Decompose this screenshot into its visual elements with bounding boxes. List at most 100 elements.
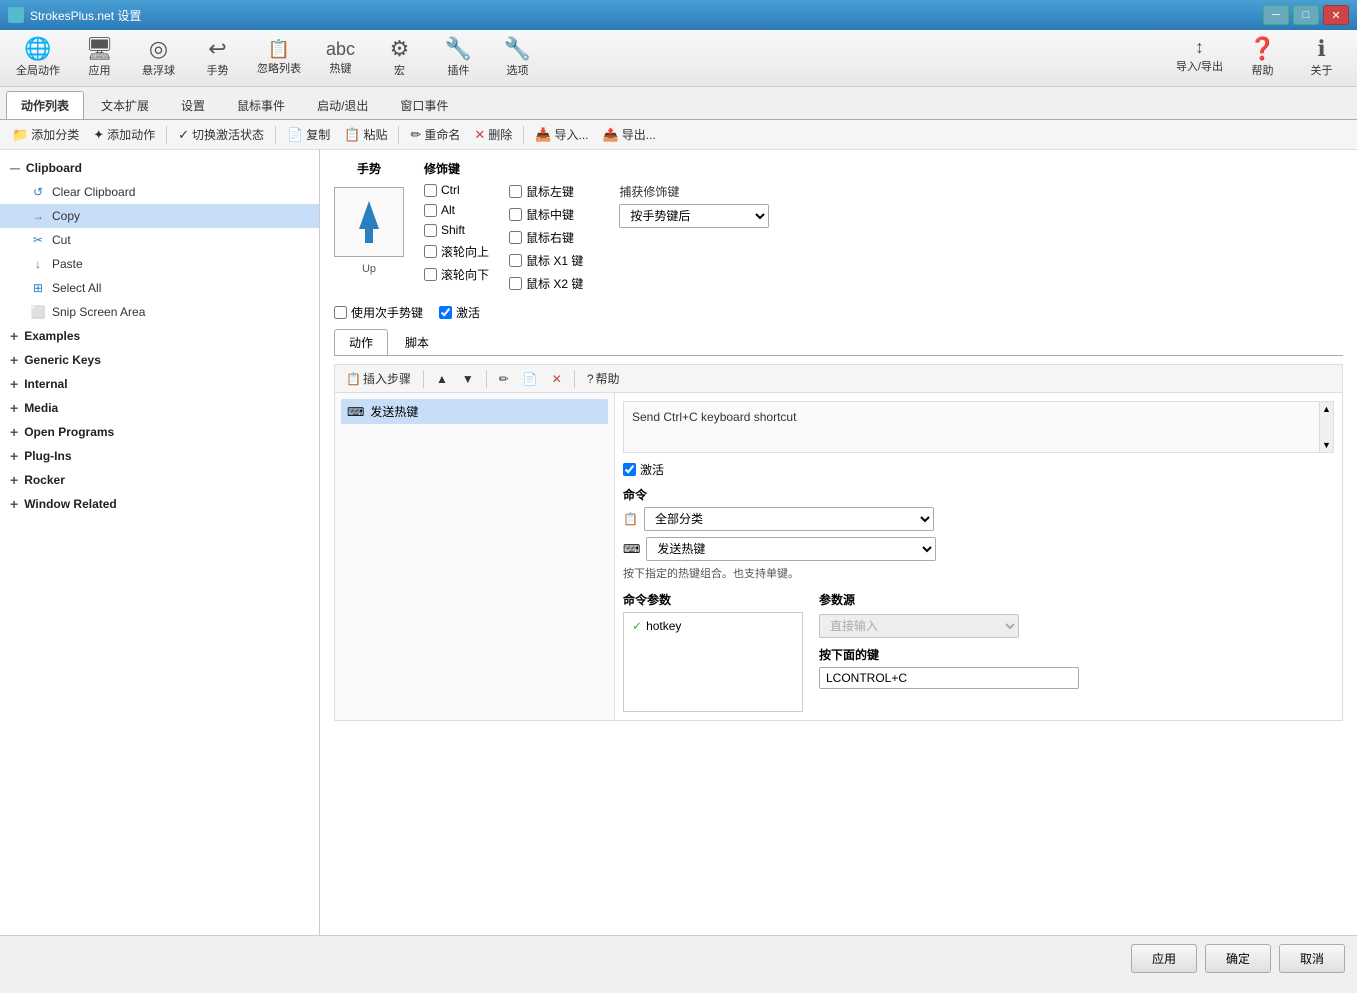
activate-detail-label[interactable]: 激活 bbox=[623, 461, 664, 478]
expand-icon-plug-ins: + bbox=[10, 448, 18, 464]
cancel-button[interactable]: 取消 bbox=[1279, 944, 1345, 973]
use-secondary-label[interactable]: 使用次手势键 bbox=[334, 304, 423, 321]
tree-item-paste[interactable]: ↓ Paste bbox=[0, 252, 319, 276]
add-action-button[interactable]: ✦ 添加动作 bbox=[87, 123, 161, 146]
toolbar-ignore-list[interactable]: 📋 忽略列表 bbox=[249, 36, 309, 80]
mouse-middle-checkbox[interactable] bbox=[509, 208, 522, 221]
delete-button[interactable]: ✕ 删除 bbox=[468, 123, 518, 146]
toolbar-gestures[interactable]: ↩ 手势 bbox=[190, 34, 245, 82]
param-item-hotkey[interactable]: ✓ hotkey bbox=[628, 617, 798, 635]
toolbar-macros[interactable]: ⚙ 宏 bbox=[372, 34, 427, 82]
tree-category-generic-keys[interactable]: + Generic Keys bbox=[0, 348, 319, 372]
toolbar-floatball[interactable]: ◎ 悬浮球 bbox=[131, 34, 186, 82]
plugins-icon: 🔧 bbox=[445, 38, 472, 60]
tree-item-copy[interactable]: → Copy bbox=[0, 204, 319, 228]
tree-item-cut[interactable]: ✂ Cut bbox=[0, 228, 319, 252]
category-select[interactable]: 全部分类 bbox=[644, 507, 934, 531]
ctrl-checkbox[interactable] bbox=[424, 184, 437, 197]
tab-startup-exit[interactable]: 启动/退出 bbox=[302, 91, 383, 119]
mouse-x1-checkbox[interactable] bbox=[509, 254, 522, 267]
toolbar-about[interactable]: ℹ 关于 bbox=[1294, 34, 1349, 82]
tree-category-internal[interactable]: + Internal bbox=[0, 372, 319, 396]
help-step-button[interactable]: ? 帮助 bbox=[582, 368, 625, 389]
capture-label: 捕获修饰键 bbox=[619, 183, 769, 200]
gesture-name: Up bbox=[362, 263, 376, 275]
tree-item-clear-clipboard[interactable]: ↺ Clear Clipboard bbox=[0, 180, 319, 204]
tree-item-snip-screen[interactable]: ⬜ Snip Screen Area bbox=[0, 300, 319, 324]
tree-category-open-programs[interactable]: + Open Programs bbox=[0, 420, 319, 444]
toolbar-hotkeys[interactable]: abc 热键 bbox=[313, 36, 368, 80]
insert-step-button[interactable]: 📋 插入步骤 bbox=[341, 368, 416, 389]
add-category-button[interactable]: 📁 添加分类 bbox=[6, 123, 85, 146]
modifier-mouse-x2: 鼠标 X2 键 bbox=[509, 275, 583, 292]
tree-category-plug-ins[interactable]: + Plug-Ins bbox=[0, 444, 319, 468]
options-row: 使用次手势键 激活 bbox=[334, 304, 1343, 321]
shift-checkbox[interactable] bbox=[424, 224, 437, 237]
toolbar-help[interactable]: ❓ 帮助 bbox=[1235, 34, 1290, 82]
maximize-button[interactable]: □ bbox=[1293, 5, 1319, 25]
command-description: 按下指定的热键组合。也支持单键。 bbox=[623, 565, 1334, 581]
capture-select[interactable]: 按手势键后 按手势键前 不捕获 bbox=[619, 204, 769, 228]
activate-checkbox[interactable] bbox=[439, 306, 452, 319]
edit-step-button[interactable]: ✏ bbox=[494, 370, 514, 388]
scroll-down-checkbox[interactable] bbox=[424, 268, 437, 281]
delete-step-button[interactable]: ✕ bbox=[547, 370, 567, 388]
toolbar-options[interactable]: 🔧 选项 bbox=[490, 34, 545, 82]
gesture-modifier-section: 手势 Up 修饰键 Ctrl bbox=[334, 160, 1343, 292]
insert-step-label: 插入步骤 bbox=[363, 370, 411, 387]
move-up-button[interactable]: ▲ bbox=[431, 370, 453, 388]
tab-text-expand[interactable]: 文本扩展 bbox=[86, 91, 164, 119]
tree-item-select-all[interactable]: ⊞ Select All bbox=[0, 276, 319, 300]
rename-button[interactable]: ✏ 重命名 bbox=[404, 123, 466, 146]
toggle-activate-button[interactable]: ✓ 切换激活状态 bbox=[172, 123, 270, 146]
tree-category-clipboard[interactable]: ─ Clipboard bbox=[0, 156, 319, 180]
apply-button[interactable]: 应用 bbox=[1131, 944, 1197, 973]
tab-action-list[interactable]: 动作列表 bbox=[6, 91, 84, 119]
category-label-examples: Examples bbox=[24, 329, 80, 343]
scroll-down-label: 滚轮向下 bbox=[441, 266, 489, 283]
activate-detail-checkbox[interactable] bbox=[623, 463, 636, 476]
close-button[interactable]: ✕ bbox=[1323, 5, 1349, 25]
paste-action-button[interactable]: 📋 粘贴 bbox=[338, 123, 393, 146]
import-button[interactable]: 📥 导入... bbox=[529, 123, 594, 146]
key-input[interactable] bbox=[819, 667, 1079, 689]
toolbar-import-export[interactable]: ↕ 导入/导出 bbox=[1168, 34, 1231, 82]
alt-checkbox[interactable] bbox=[424, 204, 437, 217]
paste-icon: 📋 bbox=[344, 127, 360, 143]
mouse-left-checkbox[interactable] bbox=[509, 185, 522, 198]
toolbar-apps[interactable]: 🖥 应用 bbox=[72, 34, 127, 82]
send-hotkey-icon: ⌨ bbox=[347, 405, 364, 419]
scroll-down-btn[interactable]: ▼ bbox=[1322, 440, 1331, 450]
hotkeys-icon: abc bbox=[326, 40, 355, 58]
activate-label[interactable]: 激活 bbox=[439, 304, 480, 321]
tab-mouse-events[interactable]: 鼠标事件 bbox=[222, 91, 300, 119]
ok-button[interactable]: 确定 bbox=[1205, 944, 1271, 973]
mouse-x2-checkbox[interactable] bbox=[509, 277, 522, 290]
add-category-icon: 📁 bbox=[12, 127, 28, 143]
gestures-icon: ↩ bbox=[208, 38, 226, 60]
move-down-button[interactable]: ▼ bbox=[457, 370, 479, 388]
tab-window-events[interactable]: 窗口事件 bbox=[385, 91, 463, 119]
step-item-send-hotkey[interactable]: ⌨ 发送热键 bbox=[341, 399, 608, 424]
export-button[interactable]: 📤 导出... bbox=[597, 123, 662, 146]
step-description: Send Ctrl+C keyboard shortcut bbox=[632, 408, 1311, 426]
tree-category-examples[interactable]: + Examples bbox=[0, 324, 319, 348]
use-secondary-checkbox[interactable] bbox=[334, 306, 347, 319]
toolbar-plugins[interactable]: 🔧 插件 bbox=[431, 34, 486, 82]
inner-tab-script[interactable]: 脚本 bbox=[390, 329, 444, 355]
copy-action-button[interactable]: 📄 复制 bbox=[281, 123, 336, 146]
copy-step-button[interactable]: 📄 bbox=[518, 370, 543, 388]
minimize-button[interactable]: ─ bbox=[1263, 5, 1289, 25]
tree-category-rocker[interactable]: + Rocker bbox=[0, 468, 319, 492]
tree-category-media[interactable]: + Media bbox=[0, 396, 319, 420]
inner-tab-action[interactable]: 动作 bbox=[334, 329, 388, 355]
command-select[interactable]: 发送热键 bbox=[646, 537, 936, 561]
tree-category-window-related[interactable]: + Window Related bbox=[0, 492, 319, 516]
mouse-right-checkbox[interactable] bbox=[509, 231, 522, 244]
tab-settings[interactable]: 设置 bbox=[166, 91, 220, 119]
scroll-up-btn[interactable]: ▲ bbox=[1322, 404, 1331, 414]
category-label-generic: Generic Keys bbox=[24, 353, 101, 367]
modifier-scroll-up: 滚轮向上 bbox=[424, 243, 489, 260]
scroll-up-checkbox[interactable] bbox=[424, 245, 437, 258]
toolbar-global-actions[interactable]: 🌐 全局动作 bbox=[8, 34, 68, 82]
